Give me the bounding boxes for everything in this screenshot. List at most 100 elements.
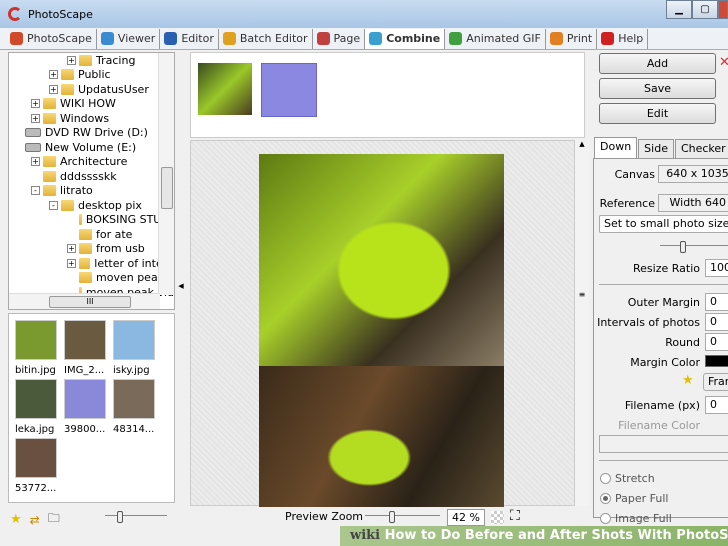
print-icon	[549, 32, 563, 45]
folder-icon	[78, 257, 91, 269]
tree-node[interactable]: + Architecture	[13, 155, 174, 170]
thumbnail-size-slider[interactable]	[105, 511, 167, 523]
selected-photos-strip	[190, 52, 585, 138]
tree-horizontal-scrollbar[interactable]: III	[9, 293, 160, 309]
preview-zoom-slider[interactable]	[365, 511, 440, 523]
tree-node[interactable]: - litrato	[13, 184, 174, 199]
frame-star-icon[interactable]: ★	[682, 373, 694, 388]
tab-combine[interactable]: Combine	[365, 28, 446, 49]
tab-batch-editor[interactable]: Batch Editor	[219, 28, 313, 49]
tab-help[interactable]: Help	[597, 28, 649, 49]
app-logo-icon	[8, 7, 22, 21]
preview-zoom-label: Preview Zoom	[285, 510, 364, 523]
thumbnail[interactable]: 53772...	[15, 438, 63, 494]
tree-node[interactable]: + Tracing	[13, 53, 174, 68]
thumbnail[interactable]: bitin.jpg	[15, 320, 63, 376]
font-field[interactable]	[599, 435, 728, 453]
tab-side[interactable]: Side	[638, 139, 674, 158]
strip-photo[interactable]	[198, 63, 252, 115]
thumbnail[interactable]: leka.jpg	[15, 379, 63, 435]
photo-size-select[interactable]: Set to small photo size	[599, 215, 728, 233]
checker-icon[interactable]	[491, 511, 504, 524]
tree-vertical-scrollbar[interactable]	[158, 53, 174, 295]
tree-node[interactable]: dddsssskk	[13, 169, 174, 184]
preview-photo-bottom	[259, 366, 504, 507]
editor-icon	[164, 32, 178, 45]
add-button[interactable]: Add	[599, 53, 716, 74]
frame-button[interactable]: Fran	[703, 373, 728, 391]
star-icon[interactable]: ★	[10, 512, 22, 527]
expand-icon[interactable]: +	[67, 55, 76, 65]
tree-node[interactable]: - desktop pix	[13, 198, 174, 213]
folder-icon	[79, 228, 92, 240]
tree-node[interactable]: + WIKI HOW	[13, 97, 174, 112]
tree-node[interactable]: for ate	[13, 227, 174, 242]
thumbnail[interactable]: 39800...	[64, 379, 112, 435]
tab-animated-gif[interactable]: Animated GIF	[445, 28, 546, 49]
tab-photoscape[interactable]: PhotoScape	[6, 28, 97, 49]
scroll-thumb[interactable]: III	[49, 296, 131, 308]
tab-editor[interactable]: Editor	[160, 28, 219, 49]
expand-icon[interactable]: +	[31, 157, 40, 167]
viewer-icon	[100, 32, 114, 45]
minimize-button[interactable]: ▁	[666, 0, 692, 19]
collapse-icon[interactable]: -	[49, 200, 58, 210]
maximize-button[interactable]: ▢	[692, 0, 718, 19]
folder-icon	[79, 54, 92, 66]
folder-icon	[43, 170, 56, 182]
folder-icon	[43, 185, 56, 197]
folder-tree[interactable]: + Tracing + Public + UpdatusUser + WIKI HOW + Win…	[8, 52, 175, 310]
tree-node[interactable]: BOKSING STUFF	[13, 213, 174, 228]
radio-image-full[interactable]: Image Full	[600, 512, 672, 525]
tree-node[interactable]: New Volume (E:)	[13, 140, 174, 155]
tree-node[interactable]: + UpdatusUser	[13, 82, 174, 97]
tree-node[interactable]: moven peak	[13, 271, 174, 286]
tree-node[interactable]: + from usb	[13, 242, 174, 257]
rotate-icon[interactable]: ⇄	[30, 513, 40, 527]
folder-icon[interactable]: 🗀	[48, 509, 60, 530]
thumbnail-image	[64, 320, 106, 360]
thumbnail[interactable]: 48314...	[113, 379, 161, 435]
expand-icon[interactable]: +	[49, 70, 58, 80]
tree-node[interactable]: + Windows	[13, 111, 174, 126]
expand-icon[interactable]: +	[31, 113, 40, 123]
folder-icon	[43, 156, 56, 168]
collapse-panel-handle[interactable]: ◀	[176, 52, 186, 506]
outer-margin-input[interactable]: 0	[705, 293, 728, 311]
thumbnail[interactable]: isky.jpg	[113, 320, 161, 376]
fit-icon[interactable]: ⛶	[510, 508, 520, 524]
strip-photo-selected[interactable]	[261, 63, 317, 117]
tree-node[interactable]: + letter of intent	[13, 256, 174, 271]
resize-slider[interactable]	[660, 241, 728, 253]
tab-viewer[interactable]: Viewer	[97, 28, 161, 49]
expand-icon[interactable]: +	[67, 244, 76, 254]
intervals-input[interactable]: 0	[705, 313, 728, 331]
close-button[interactable]	[718, 0, 728, 19]
remove-icon[interactable]: ✕	[719, 55, 728, 70]
filename-input[interactable]: 0	[705, 396, 728, 414]
tree-node[interactable]: + Public	[13, 68, 174, 83]
combine-preview	[190, 140, 575, 507]
expand-icon[interactable]: +	[67, 258, 76, 268]
radio-paper-full[interactable]: Paper Full	[600, 492, 668, 505]
tab-page[interactable]: Page	[313, 28, 366, 49]
tab-down[interactable]: Down	[594, 137, 638, 158]
edit-button[interactable]: Edit	[599, 103, 716, 124]
scroll-thumb[interactable]	[161, 167, 173, 209]
radio-stretch[interactable]: Stretch	[600, 472, 655, 485]
page-icon	[316, 32, 330, 45]
margin-color-swatch[interactable]	[705, 355, 728, 367]
tab-checker[interactable]: Checker	[674, 139, 728, 158]
thumbnail-image	[113, 320, 155, 360]
tree-node[interactable]: DVD RW Drive (D:)	[13, 126, 174, 141]
preview-zoom-value[interactable]: 42 %	[447, 509, 485, 526]
expand-icon[interactable]: +	[31, 99, 40, 109]
save-button[interactable]: Save	[599, 78, 716, 99]
resize-ratio-input[interactable]: 100	[705, 259, 728, 277]
round-input[interactable]: 0	[705, 333, 728, 351]
collapse-icon[interactable]: -	[31, 186, 40, 196]
tab-print[interactable]: Print	[546, 28, 598, 49]
preview-scrollbar[interactable]: ▲ ≡	[575, 140, 589, 506]
expand-icon[interactable]: +	[49, 84, 58, 94]
thumbnail[interactable]: IMG_2...	[64, 320, 112, 376]
